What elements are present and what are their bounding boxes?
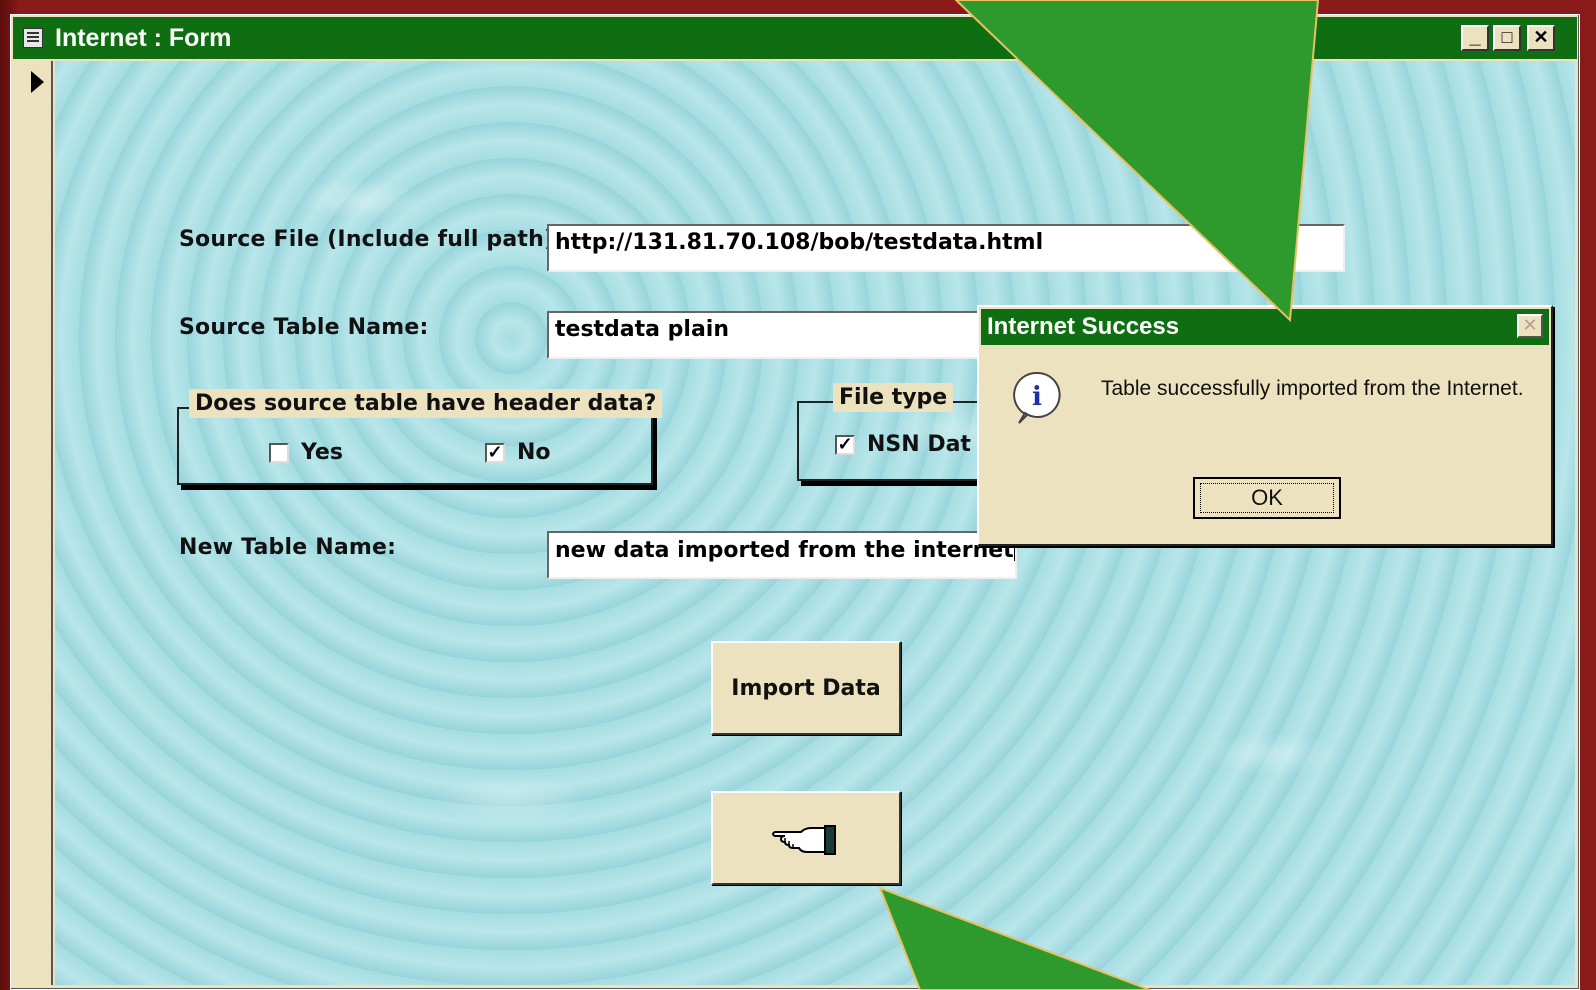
import-data-button[interactable]: Import Data: [711, 641, 901, 735]
new-table-value: new data imported from the internet: [555, 538, 1014, 563]
file-type-option-label: NSN Dat: [867, 432, 971, 457]
file-type-group-title: File type: [833, 383, 954, 412]
maximize-button[interactable]: □: [1493, 25, 1521, 51]
info-icon: i: [1013, 371, 1061, 424]
exit-button[interactable]: [711, 791, 901, 885]
window-titlebar[interactable]: Internet : Form _ □ ✕: [13, 17, 1577, 59]
new-table-label: New Table Name:: [179, 535, 397, 560]
minimize-button[interactable]: _: [1461, 25, 1489, 51]
dialog-titlebar[interactable]: Internet Success: [981, 309, 1549, 345]
dialog-message: Table successfully imported from the Int…: [1101, 377, 1524, 400]
new-table-input[interactable]: new data imported from the internet: [547, 531, 1017, 579]
source-table-label: Source Table Name:: [179, 315, 429, 340]
source-file-input[interactable]: http://131.81.70.108/bob/testdata.html: [547, 224, 1345, 272]
header-no-checkbox[interactable]: ✓: [485, 443, 505, 463]
header-data-group-title: Does source table have header data?: [189, 389, 663, 418]
pointing-hand-icon: [772, 825, 836, 855]
ok-button-label: OK: [1200, 483, 1334, 513]
form-icon: [23, 28, 43, 48]
header-no-label: No: [517, 440, 551, 465]
record-pointer-icon: [31, 71, 44, 93]
close-button[interactable]: ✕: [1527, 25, 1555, 51]
file-type-checkbox[interactable]: ✓: [835, 435, 855, 455]
window-title: Internet : Form: [55, 24, 232, 52]
dialog-title: Internet Success: [987, 313, 1180, 340]
dialog-close-button[interactable]: ✕: [1517, 314, 1543, 338]
header-data-group: [177, 407, 653, 485]
success-dialog: Internet Success ✕ i Table successfully …: [977, 305, 1553, 546]
source-file-label: Source File (Include full path):: [179, 227, 564, 252]
record-selector[interactable]: [13, 61, 53, 985]
source-table-input[interactable]: testdata plain: [547, 311, 1017, 359]
svg-text:i: i: [1032, 382, 1042, 412]
header-yes-checkbox[interactable]: [269, 443, 289, 463]
ok-button[interactable]: OK: [1193, 477, 1341, 519]
header-yes-label: Yes: [301, 440, 343, 465]
